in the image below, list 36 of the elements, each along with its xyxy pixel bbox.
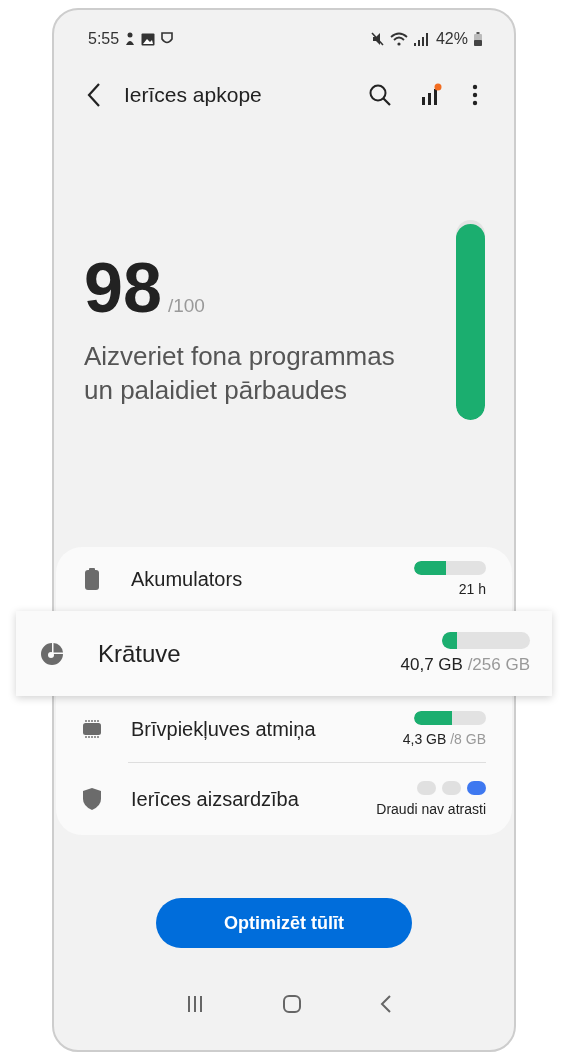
row-label: Ierīces aizsardzība xyxy=(131,787,299,811)
score-value: 98 xyxy=(84,253,162,323)
mute-icon xyxy=(370,32,384,46)
image-icon xyxy=(141,32,156,46)
more-options-icon[interactable] xyxy=(472,84,478,106)
bar-chart-icon[interactable] xyxy=(420,83,442,107)
shield-icon xyxy=(80,787,104,811)
signal-icon xyxy=(413,32,428,46)
row-value: Draudi nav atrasti xyxy=(376,801,486,817)
wifi-icon xyxy=(389,32,408,46)
battery-level: 42% xyxy=(435,30,468,48)
optimize-button[interactable]: Optimizēt tūlīt xyxy=(156,898,412,948)
row-value: 4,3 GB xyxy=(402,731,447,747)
home-icon[interactable] xyxy=(282,994,302,1014)
status-row[interactable]: Ierīces aizsardzība Draudi nav atrasti xyxy=(56,763,512,835)
status-time: 5:55 xyxy=(88,30,120,48)
person-icon xyxy=(125,32,136,46)
battery-icon xyxy=(474,32,482,46)
row-total: /8 GB xyxy=(450,731,486,747)
row-label: Brīvpiekļuves atmiņa xyxy=(131,717,316,741)
pie-chart-icon xyxy=(40,641,64,666)
back-icon[interactable] xyxy=(86,82,102,108)
row-label: Krātuve xyxy=(98,639,181,668)
row-label: Akumulators xyxy=(131,567,243,591)
search-icon[interactable] xyxy=(368,83,392,107)
highlighted-row[interactable]: Krātuve 40,7 GB /256 GB xyxy=(16,611,552,696)
row-total: /256 GB xyxy=(467,655,530,674)
status-row[interactable]: Akumulators 21 h xyxy=(56,547,512,611)
score-max: /100 xyxy=(167,295,205,317)
status-row[interactable]: Brīvpiekļuves atmiņa 4,3 GB /8 GB xyxy=(56,696,512,762)
shield-icon xyxy=(161,32,174,46)
row-value: 40,7 GB xyxy=(400,655,463,674)
score-message: Aizveriet fona programmas un palaidiet pārbaudes xyxy=(84,340,396,407)
page-title: Ierīces apkope xyxy=(124,83,262,107)
row-value: 21 h xyxy=(458,581,486,597)
memory-chip-icon xyxy=(80,717,104,741)
